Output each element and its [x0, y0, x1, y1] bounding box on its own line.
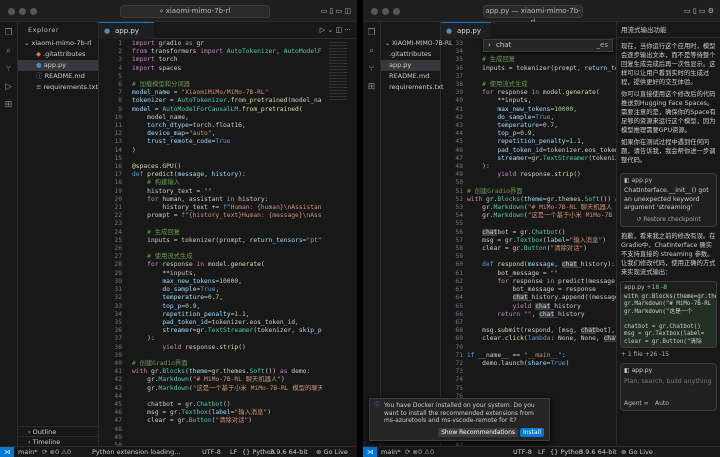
explorer-sidebar-right: ⌄ XIAOMI-MIMO-7B-RL .gitattributes app.p…	[381, 22, 452, 446]
activity-bar: ❐ ⌕ ⑂ ▷ ⊞	[0, 22, 18, 446]
extensions-icon[interactable]: ⊞	[368, 82, 376, 92]
explorer-icon[interactable]: ❐	[4, 28, 12, 38]
file-gitattributes[interactable]: ◆ .gitattributes	[18, 49, 98, 60]
ai-chat-panel: 用流式输出功能 现在，当你运行这个应用时，模型会逐步输出文本，而不是等待整个回复…	[616, 22, 720, 446]
tab-app-py[interactable]: ● app.py	[99, 22, 154, 39]
code-diff-card[interactable]: app.py +18 -8 with gr.Blocks(theme=gr.th…	[620, 280, 717, 348]
chat-message-2: 你可以直接使用这个修改后的代码推送到Hugging Face Spaces。需要…	[621, 91, 716, 134]
run-debug-icon[interactable]: ▷	[5, 82, 12, 92]
python-version[interactable]: 3.9.6 64-bit	[579, 447, 617, 457]
eol[interactable]: LF	[230, 447, 237, 457]
file-requirements[interactable]: requirements.txt	[381, 82, 444, 93]
notification-text: You have Docker installed on your system…	[384, 402, 535, 424]
python-loading: Python extension loading...	[92, 448, 181, 456]
run-icon[interactable]: ▷ ⌄ ◫ ···	[320, 26, 351, 34]
file-gitattributes[interactable]: .gitattributes	[381, 49, 440, 60]
chat-header: 用流式输出功能	[617, 22, 720, 38]
title-bar-right: app.py — xiaomi-mimo-7b-rl ▭ ▯ ▭ ⚙	[363, 0, 720, 26]
show-recommendations-button[interactable]: Show Recommendations	[438, 428, 519, 437]
sync-icon[interactable]: ⟳ ⊗0 ⚠0	[405, 447, 434, 457]
source-control-icon[interactable]: ⑂	[6, 64, 11, 74]
input-file-chip[interactable]: ◧ app.py	[621, 364, 716, 377]
file-chip[interactable]: ◧ app.py	[624, 177, 713, 184]
activity-bar-right: ❐ ⌕ ⑂ ⊞	[363, 22, 381, 446]
go-live[interactable]: ⊚ Go Live	[621, 447, 653, 457]
tab-app-py-right[interactable]: ● app.py	[441, 22, 491, 39]
eol[interactable]: LF	[538, 447, 545, 457]
error-message: ChatInterface.__init__() got an unexpect…	[624, 187, 709, 211]
branch-indicator[interactable]: main*	[18, 447, 38, 457]
window-title: xiaomi-mimo-7b-rl	[165, 7, 231, 15]
line-numbers: 1 2 3 4 5 6 7 8 9 10 11 12 13 14 15 16 1…	[114, 40, 122, 449]
code-editor-right[interactable]: # 生成回复 inputs = tokenizer(prompt, return…	[467, 40, 616, 446]
remote-icon[interactable]: ⋊	[363, 447, 377, 457]
timeline-section[interactable]: › Timeline	[18, 436, 98, 446]
agent-selector[interactable]: Agent ∞	[624, 400, 649, 407]
line-numbers-right: 33 34 35 36 37 38 39 40 41 42 43 44 45 4…	[455, 40, 463, 449]
encoding[interactable]: UTF-8	[202, 447, 221, 457]
editor-tabs-right: ● app.py	[441, 22, 616, 39]
docker-notification: ⓘ You have Docker installed on your syst…	[369, 398, 550, 441]
window-controls[interactable]	[8, 8, 37, 15]
command-center-right[interactable]: app.py — xiaomi-mimo-7b-rl	[483, 5, 583, 26]
root-folder-right[interactable]: ⌄ XIAOMI-MIMO-7B-RL	[381, 38, 452, 49]
remote-icon[interactable]: ⋊	[0, 447, 14, 457]
language-mode[interactable]: {} Python	[550, 447, 583, 457]
file-app-py[interactable]: app.py	[381, 60, 440, 71]
install-button[interactable]: Install	[519, 428, 544, 437]
chat-message-1: 现在，当你运行这个应用时，模型会逐步输出文本，而不是等待整个回复生成完成后再一次…	[621, 43, 716, 86]
explorer-icon[interactable]: ❐	[367, 28, 375, 38]
chat-message-3: 如果你在测试过程中遇到任何问题，请告诉我，我会帮你进一步调整代码。	[621, 139, 716, 164]
search-icon[interactable]: ⌕	[369, 46, 374, 56]
python-version[interactable]: 3.9.6 64-bit	[270, 447, 308, 457]
extensions-icon[interactable]: ⊞	[5, 100, 13, 110]
editor-tabs: ● app.py ▷ ⌄ ◫ ···	[99, 22, 357, 39]
code-editor-left[interactable]: import gradio as gr from transformers im…	[132, 40, 322, 446]
chat-input-box[interactable]: ◧ app.py Plan, search, build anything Ag…	[620, 363, 717, 411]
source-control-icon[interactable]: ⑂	[369, 64, 374, 74]
status-bar-right: ⋊ main* ⟳ ⊗0 ⚠0 UTF-8 LF {} Python 3.9.6…	[363, 446, 720, 457]
file-app-py[interactable]: ● app.py	[18, 60, 98, 71]
title-bar: ⌕ xiaomi-mimo-7b-rl ▭ ▯ ▭ ◫	[0, 0, 357, 22]
minimap[interactable]	[327, 40, 349, 446]
changes-summary[interactable]: + 1 file +26 -15	[617, 348, 720, 361]
outline-section[interactable]: › Outline	[18, 426, 98, 436]
encoding[interactable]: UTF-8	[513, 447, 532, 457]
branch-indicator[interactable]: main*	[381, 447, 401, 457]
root-folder[interactable]: ⌄ xiaomi-mimo-7b-rl	[18, 38, 98, 49]
file-readme[interactable]: README.md	[381, 71, 440, 82]
explorer-sidebar: Explorer ⌄ xiaomi-mimo-7b-rl ◆ .gitattri…	[18, 22, 99, 446]
diff-header: app.py +18 -8	[624, 283, 668, 291]
left-window: ⌕ xiaomi-mimo-7b-rl ▭ ▯ ▭ ◫ ❐ ⌕ ⑂ ▷ ⊞ Ex…	[0, 0, 357, 457]
sync-icon[interactable]: ⟳ ⊗0 ⚠0	[42, 447, 71, 457]
command-center[interactable]: ⌕ xiaomi-mimo-7b-rl	[120, 5, 270, 18]
search-icon[interactable]: ⌕	[6, 46, 11, 56]
layout-icons-right[interactable]: ▭ ▯ ▭ ⚙	[684, 7, 714, 15]
layout-icons[interactable]: ▭ ▯ ▭ ◫	[321, 7, 351, 15]
right-window: app.py — xiaomi-mimo-7b-rl ▭ ▯ ▭ ⚙ ❐ ⌕ ⑂…	[363, 0, 720, 457]
chat-input[interactable]: Plan, search, build anything	[621, 377, 716, 386]
chat-message-4: 抱歉，看来我之前的修改有误。在Gradio中，ChatInterface 确实不…	[621, 232, 716, 276]
file-requirements[interactable]: ≡ requirements.txt	[18, 82, 98, 93]
window-controls-right[interactable]	[371, 8, 400, 15]
diff-lines: with gr.Blocks(theme=gr.themesgr.Markdow…	[621, 292, 716, 347]
explorer-title: Explorer	[28, 26, 60, 34]
model-selector[interactable]: Auto	[655, 400, 669, 407]
user-message-card[interactable]: ◧ app.py ChatInterface.__init__() got an…	[620, 173, 717, 227]
go-live[interactable]: ⊚ Go Live	[316, 447, 348, 457]
restore-checkpoint-button[interactable]: ↺ Restore checkpoint	[624, 216, 713, 223]
file-readme[interactable]: ⓘ README.md	[18, 71, 98, 82]
info-icon: ⓘ	[374, 402, 381, 409]
status-bar: ⋊ main* ⟳ ⊗0 ⚠0 Python extension loading…	[0, 446, 357, 457]
